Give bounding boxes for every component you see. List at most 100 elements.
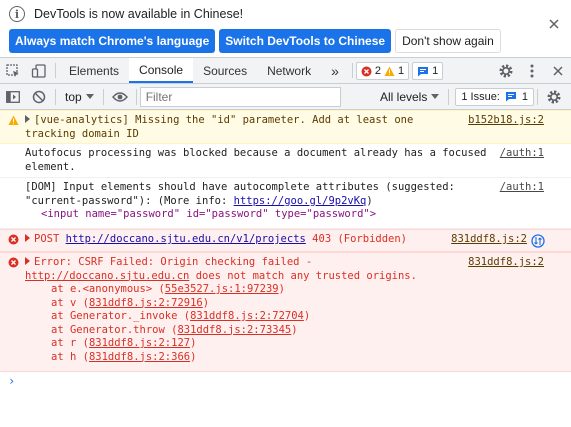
- console-settings-gear-icon[interactable]: [541, 84, 567, 110]
- issues-count: 1: [521, 90, 528, 103]
- message-icon: [505, 92, 516, 102]
- issues-button[interactable]: 1 Issue: 1: [455, 87, 534, 106]
- close-icon[interactable]: [547, 17, 561, 31]
- close-devtools-icon[interactable]: [545, 58, 571, 83]
- stack-location-link[interactable]: 831ddf8.js:2:127: [89, 337, 190, 349]
- toolbar-divider: [102, 88, 104, 105]
- http-method: POST: [34, 233, 60, 245]
- stack-location-link[interactable]: 831ddf8.js:2:72916: [89, 297, 203, 309]
- element-snippet[interactable]: <input name="password" id="password" typ…: [25, 208, 565, 222]
- log-levels-value: All levels: [379, 89, 428, 104]
- show-sidebar-icon[interactable]: [0, 84, 26, 110]
- stack-function: at Generator.throw (: [51, 323, 178, 336]
- source-link[interactable]: 831ddf8.js:2: [451, 233, 527, 247]
- request-url-link[interactable]: http://doccano.sjtu.edu.cn/v1/projects: [66, 233, 306, 245]
- tab-sources[interactable]: Sources: [193, 58, 257, 83]
- source-link[interactable]: /auth:1: [500, 147, 544, 161]
- toolbar-divider: [55, 88, 56, 105]
- http-status: 403 (Forbidden): [312, 233, 407, 245]
- console-message-error[interactable]: Error: CSRF Failed: Origin checking fail…: [0, 252, 571, 372]
- context-value: top: [65, 89, 82, 104]
- settings-gear-icon[interactable]: [493, 58, 519, 83]
- context-selector[interactable]: top: [59, 87, 100, 107]
- stack-function: at Generator._invoke (: [51, 310, 191, 322]
- error-count: 2: [374, 65, 382, 77]
- error-text-tail: does not match any trusted origins.: [189, 269, 417, 282]
- stack-location-link[interactable]: 831ddf8.js:2:366: [89, 351, 190, 363]
- network-panel-icon[interactable]: [531, 234, 545, 248]
- more-options-icon[interactable]: [519, 58, 545, 83]
- expand-triangle-icon[interactable]: [25, 257, 30, 265]
- stack-location-link[interactable]: 831ddf8.js:2:72704: [190, 310, 304, 322]
- console-toolbar: top All levels 1 Issue: 1: [0, 84, 571, 110]
- error-icon: [8, 234, 19, 245]
- stack-location-link[interactable]: 55e3527.js:1:97239: [165, 283, 279, 295]
- devtools-tabbar: Elements Console Sources Network » 2 1 1: [0, 57, 571, 84]
- issues-label: 1 Issue:: [461, 90, 500, 103]
- console-message-info[interactable]: Autofocus processing was blocked because…: [0, 144, 571, 178]
- infobar-buttons: Always match Chrome's language Switch De…: [9, 29, 501, 53]
- error-warning-counter[interactable]: 2 1: [355, 62, 410, 80]
- console-message-info[interactable]: [DOM] Input elements should have autocom…: [0, 178, 571, 229]
- source-link[interactable]: 831ddf8.js:2: [468, 256, 544, 270]
- stack-frame: at v (831ddf8.js:2:72916): [25, 297, 565, 311]
- warning-text: [vue-analytics] Missing the "id" paramet…: [25, 114, 420, 140]
- messages-counter[interactable]: 1: [412, 62, 444, 80]
- message-text: [DOM] Input elements should have autocom…: [25, 181, 565, 208]
- stack-function: at h (: [51, 350, 89, 363]
- stack-paren: ): [202, 296, 210, 309]
- console-prompt-row[interactable]: ›: [0, 372, 571, 394]
- toolbar-divider: [351, 63, 353, 78]
- more-tabs-button[interactable]: »: [321, 58, 349, 83]
- stack-location-link[interactable]: 831ddf8.js:2:73345: [177, 324, 291, 336]
- stack-paren: ): [190, 350, 197, 363]
- toolbar-divider: [55, 63, 56, 78]
- warning-icon: [384, 66, 395, 76]
- info-icon: i: [9, 6, 25, 22]
- stack-paren: ): [291, 323, 298, 336]
- always-match-language-button[interactable]: Always match Chrome's language: [9, 29, 216, 53]
- toolbar-divider: [135, 88, 137, 105]
- chevron-down-icon: [85, 94, 94, 99]
- tab-console[interactable]: Console: [129, 58, 194, 83]
- stack-paren: ): [278, 283, 285, 295]
- toolbar-divider: [448, 88, 450, 105]
- filter-input[interactable]: [139, 86, 341, 107]
- infobar-message-line: i DevTools is now available in Chinese!: [9, 5, 243, 23]
- language-infobar: i DevTools is now available in Chinese! …: [0, 0, 571, 56]
- origin-link[interactable]: http://doccano.sjtu.edu.cn: [25, 270, 189, 282]
- error-text: Error: CSRF Failed: Origin checking fail…: [34, 256, 319, 268]
- more-info-link[interactable]: https://goo.gl/9p2vKq: [234, 195, 367, 207]
- expand-triangle-icon[interactable]: [25, 234, 30, 242]
- stack-paren: ): [303, 310, 311, 322]
- warning-count: 1: [398, 65, 405, 77]
- console-message-warning[interactable]: [vue-analytics] Missing the "id" paramet…: [0, 110, 571, 144]
- tab-elements[interactable]: Elements: [59, 58, 129, 83]
- console-messages: [vue-analytics] Missing the "id" paramet…: [0, 110, 571, 427]
- device-toolbar-icon[interactable]: [26, 58, 52, 83]
- source-link[interactable]: b152b18.js:2: [468, 114, 544, 128]
- stack-function: at v (: [51, 296, 89, 309]
- inspect-element-icon[interactable]: [0, 58, 26, 83]
- stack-frame: at h (831ddf8.js:2:366): [25, 351, 565, 365]
- warning-icon: [8, 115, 19, 125]
- console-prompt-chevron-icon: ›: [8, 374, 16, 388]
- tabbar-spacer: [443, 58, 493, 83]
- stack-function: at r (: [51, 337, 89, 349]
- source-link[interactable]: /auth:1: [500, 181, 544, 195]
- dom-warning-close: ): [366, 194, 373, 207]
- expand-triangle-icon[interactable]: [25, 115, 30, 123]
- dont-show-again-button[interactable]: Don't show again: [395, 29, 501, 53]
- log-levels-dropdown[interactable]: All levels: [374, 90, 445, 104]
- stack-function: at e.<anonymous> (: [51, 283, 165, 295]
- error-icon: [361, 66, 372, 76]
- live-expression-eye-icon[interactable]: [107, 84, 133, 110]
- tab-network[interactable]: Network: [257, 58, 321, 83]
- infobar-message: DevTools is now available in Chinese!: [34, 7, 244, 21]
- chevron-down-icon: [431, 94, 440, 99]
- stack-paren: ): [190, 337, 197, 349]
- clear-console-icon[interactable]: [26, 84, 52, 110]
- console-message-error[interactable]: POST http://doccano.sjtu.edu.cn/v1/proje…: [0, 229, 571, 252]
- switch-to-chinese-button[interactable]: Switch DevTools to Chinese: [219, 29, 392, 53]
- stack-frame: at e.<anonymous> (55e3527.js:1:97239): [25, 283, 565, 297]
